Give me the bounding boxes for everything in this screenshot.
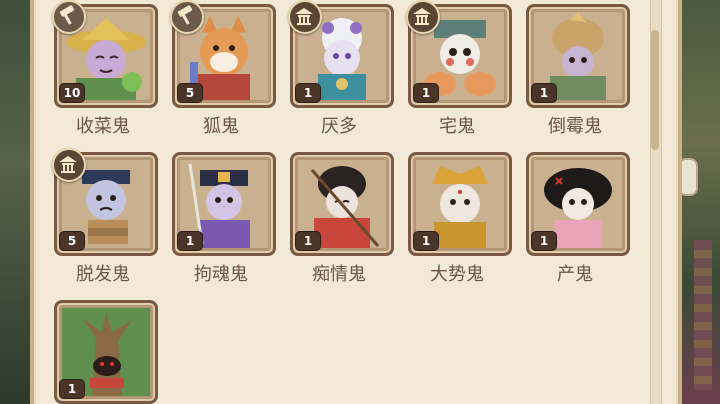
- game-screen: 10 收菜鬼 5 狐鬼 1 厌多 1 宅鬼 1 倒霉鬼 5 脱发鬼 1 拘魂鬼 …: [0, 0, 720, 404]
- ghost-name: 大势鬼: [430, 264, 484, 285]
- scenery-left: [0, 0, 30, 404]
- level-badge: 5: [59, 231, 85, 251]
- pavilion-icon: [406, 0, 440, 34]
- ghost-portrait-frame[interactable]: 1: [526, 4, 630, 108]
- ghost-name: 狐鬼: [203, 116, 239, 137]
- ghost-portrait-frame[interactable]: 1: [54, 300, 158, 404]
- ghost-name: 产鬼: [557, 264, 593, 285]
- level-badge: 1: [531, 231, 557, 251]
- ghost-card-1[interactable]: 5 狐鬼: [170, 0, 276, 137]
- ghost-card-0[interactable]: 10 收菜鬼: [52, 0, 158, 137]
- level-badge: 1: [413, 231, 439, 251]
- ghost-name: 宅鬼: [439, 116, 475, 137]
- level-badge: 1: [295, 83, 321, 103]
- scrollbar-thumb[interactable]: [651, 30, 659, 150]
- ghost-card-3[interactable]: 1 宅鬼: [406, 0, 512, 137]
- ghost-name: 厌多: [321, 116, 357, 137]
- ghost-portrait-frame[interactable]: 1: [526, 152, 630, 256]
- ghost-name: 收菜鬼: [76, 116, 130, 137]
- ghost-card-10[interactable]: 1: [54, 300, 158, 404]
- pavilion-icon: [288, 0, 322, 34]
- hammer-icon: [170, 0, 204, 34]
- ghost-card-6[interactable]: 1 拘魂鬼: [172, 152, 276, 285]
- level-badge: 5: [177, 83, 203, 103]
- ghost-card-9[interactable]: 1 产鬼: [526, 152, 630, 285]
- ghost-card-4[interactable]: 1 倒霉鬼: [526, 4, 630, 137]
- ghost-name: 痴情鬼: [312, 264, 366, 285]
- ghost-card-7[interactable]: 1 痴情鬼: [290, 152, 394, 285]
- ghost-card-8[interactable]: 1 大势鬼: [408, 152, 512, 285]
- ghost-portrait-frame[interactable]: 1: [290, 152, 394, 256]
- level-badge: 1: [59, 379, 85, 399]
- level-badge: 1: [531, 83, 557, 103]
- level-badge: 1: [177, 231, 203, 251]
- pavilion-icon: [52, 148, 86, 182]
- ghost-portrait-frame[interactable]: 1: [408, 152, 512, 256]
- ghost-portrait-frame[interactable]: 1: [172, 152, 276, 256]
- hammer-icon: [52, 0, 86, 34]
- scenery-decoration: [694, 240, 712, 390]
- level-badge: 1: [295, 231, 321, 251]
- ghost-name: 拘魂鬼: [194, 264, 248, 285]
- ghost-card-5[interactable]: 5 脱发鬼: [52, 148, 158, 285]
- level-badge: 1: [413, 83, 439, 103]
- level-badge: 10: [59, 83, 85, 103]
- ghost-name: 倒霉鬼: [548, 116, 602, 137]
- ghost-card-2[interactable]: 1 厌多: [288, 0, 394, 137]
- ghost-name: 脱发鬼: [76, 264, 130, 285]
